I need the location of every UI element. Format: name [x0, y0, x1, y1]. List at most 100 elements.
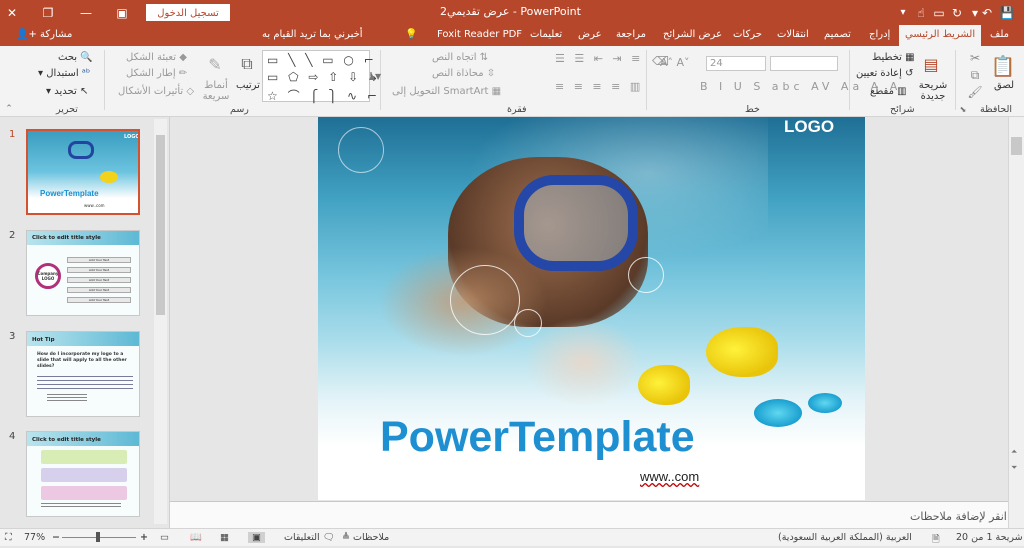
smartart-icon: ▦	[491, 86, 502, 97]
font-name-combo[interactable]	[770, 56, 838, 71]
shapes-scroll-icon[interactable]: ▲▼	[369, 50, 381, 102]
slide-thumbnail-3[interactable]: Hot Tip How do I incorporate my logo to …	[26, 331, 140, 417]
tab-design[interactable]: تصميم	[824, 29, 851, 40]
zoom-in-button[interactable]: +	[140, 532, 148, 543]
thumbnail-scroll-thumb[interactable]	[156, 135, 165, 315]
tab-animations[interactable]: حركات	[733, 29, 762, 40]
zoom-out-button[interactable]: −	[52, 532, 60, 543]
tell-me-input[interactable]: أخبرني بما تريد القيام به	[262, 29, 363, 40]
copy-icon[interactable]: ⧉	[968, 68, 982, 82]
new-slide-label[interactable]: شريحة جديدة	[918, 80, 948, 102]
next-slide-icon[interactable]: ⏷	[1011, 463, 1017, 473]
text-direction-button[interactable]: اتجاه النص ⇅	[432, 52, 488, 63]
align-text-button[interactable]: محاذاة النص ⇳	[432, 68, 495, 79]
quick-styles-icon[interactable]: ✎	[204, 52, 226, 76]
slide-editing-area[interactable]: LOGO PowerTemplate www..com	[170, 117, 1008, 501]
tab-file[interactable]: ملف	[990, 29, 1009, 40]
paste-icon[interactable]: 📋	[990, 52, 1016, 80]
reading-view-button[interactable]: 📖	[190, 532, 202, 543]
signin-button[interactable]: تسجيل الدخول	[146, 4, 230, 21]
select-button[interactable]: ▾ تحديد ↖	[46, 86, 88, 97]
notes-toggle[interactable]: ≜ ملاحظات	[342, 532, 389, 543]
slideshow-button[interactable]: ▭	[160, 532, 169, 543]
comments-toggle[interactable]: التعليقات 🗨	[284, 532, 335, 543]
smartart-button[interactable]: التحويل إلى SmartArt ▦	[392, 86, 501, 97]
save-icon[interactable]: 💾	[996, 0, 1018, 25]
collapse-ribbon-icon[interactable]: ⌃	[4, 104, 14, 114]
shape-effects-button[interactable]: تأثيرات الأشكال ◇	[118, 86, 194, 97]
restore-window-button[interactable]: ❐	[36, 0, 60, 25]
tab-home[interactable]: الشريط الرئيسي	[899, 25, 982, 46]
cut-icon[interactable]: ✂	[968, 51, 982, 65]
zoom-slider-thumb[interactable]	[96, 532, 100, 542]
pen-icon: ✏	[178, 68, 188, 79]
find-button[interactable]: بحث 🔍	[58, 52, 93, 63]
quick-styles-label[interactable]: أنماط سريعة	[200, 80, 232, 102]
slide-title[interactable]: PowerTemplate	[380, 413, 695, 462]
touch-mode-icon[interactable]: ☝	[912, 0, 930, 25]
customize-qat-icon[interactable]: ▾	[894, 0, 912, 25]
clear-format-icon[interactable]: ⌫	[652, 54, 669, 68]
shape-fill-button[interactable]: تعبئة الشكل ◆	[126, 52, 187, 63]
shapes-gallery[interactable]: ▭ ╲ ╲ ▭ ○ ⌐ ▭ ⬠ ⇨ ⇧ ⇩ ↳ ☆ ⌒ ⎧ ⎫ ∿ ⌐	[262, 50, 378, 103]
thumbnail-item: Add Your Text	[67, 287, 131, 293]
notes-placeholder[interactable]: انقر لإضافة ملاحظات	[910, 510, 1007, 523]
font-size-combo[interactable]: 24	[706, 56, 766, 71]
reset-button[interactable]: إعادة تعيين ↺	[856, 68, 914, 79]
new-slide-icon[interactable]: ▤	[921, 52, 941, 76]
ribbon-display-options-icon[interactable]: ▣	[110, 0, 134, 25]
share-button[interactable]: 👤+ مشاركة	[16, 29, 72, 40]
slide-thumbnail-2[interactable]: Click to edit title style Company LOGO A…	[26, 230, 140, 316]
fit-to-window-icon[interactable]: ⛶	[5, 532, 12, 543]
format-painter-icon[interactable]: 🖌	[967, 85, 982, 99]
smartart-label: التحويل إلى SmartArt	[392, 86, 489, 97]
minimize-window-button[interactable]: —	[74, 0, 98, 25]
group-clipboard-label: الحافظة	[980, 104, 1012, 115]
slide-thumbnail-1[interactable]: LOGO PowerTemplate www..com	[26, 129, 140, 215]
shape-outline-button[interactable]: إطار الشكل ✏	[126, 68, 187, 79]
font-format-icons[interactable]: B I U S abc AV Aa A A	[700, 80, 901, 93]
tab-foxit[interactable]: Foxit Reader PDF	[437, 29, 522, 40]
redo-icon[interactable]: ↻	[948, 0, 966, 25]
notes-pane[interactable]: انقر لإضافة ملاحظات	[170, 501, 1008, 528]
slide-sorter-button[interactable]: ▦	[220, 532, 229, 543]
tab-help[interactable]: تعليمات	[530, 29, 562, 40]
replace-button[interactable]: ▾ استبدال ᵃᵇ	[38, 68, 90, 79]
slide-logo[interactable]: LOGO	[784, 117, 834, 137]
align-text-label: محاذاة النص	[432, 68, 484, 79]
clipboard-launcher-icon[interactable]: ⬊	[958, 104, 968, 114]
slide-thumbnail-4[interactable]: Click to edit title style	[26, 431, 140, 517]
align-icons[interactable]: ≡ ≡ ≡ ≡ ▥	[555, 80, 643, 93]
tab-slideshow[interactable]: عرض الشرائح	[663, 29, 722, 40]
layout-icon: ▦	[905, 52, 915, 63]
layout-button[interactable]: تخطيط ▦	[872, 52, 915, 63]
thumbnail-scrollbar[interactable]	[154, 119, 167, 524]
thumbnail-text-lines	[37, 376, 133, 390]
group-font-label: خط	[745, 104, 760, 115]
slide-canvas[interactable]: LOGO PowerTemplate www..com	[318, 117, 865, 500]
tab-review[interactable]: مراجعة	[616, 29, 646, 40]
present-icon[interactable]: ▭	[930, 0, 948, 25]
shapes-row-2[interactable]: ▭ ⬠ ⇨ ⇧ ⇩ ↳	[267, 70, 381, 84]
arrange-icon[interactable]: ⧉	[236, 52, 258, 76]
tab-view[interactable]: عرض	[578, 29, 602, 40]
slide-url[interactable]: www..com	[640, 469, 699, 484]
slide-scrollbar[interactable]: ⏶ ⏷	[1008, 117, 1024, 528]
normal-view-button[interactable]: ▣	[248, 532, 265, 543]
arrange-label[interactable]: ترتيب	[236, 80, 260, 91]
shapes-row-3[interactable]: ☆ ⌒ ⎧ ⎫ ∿ ⌐	[267, 87, 380, 104]
zoom-level[interactable]: 77%	[24, 532, 45, 543]
slide-thumbnail-panel[interactable]: 1 LOGO PowerTemplate www..com 2 Click to…	[0, 117, 170, 528]
paste-button-label[interactable]: لصق	[994, 80, 1014, 91]
list-icons[interactable]: ☰ ☰ ⇤ ⇥ ≡	[555, 52, 643, 65]
shape-effects-label: تأثيرات الأشكال	[118, 86, 184, 97]
close-window-button[interactable]: ✕	[0, 0, 24, 25]
prev-slide-icon[interactable]: ⏶	[1011, 447, 1017, 457]
slide-scroll-thumb[interactable]	[1011, 137, 1022, 155]
tab-insert[interactable]: إدراج	[869, 29, 890, 40]
tab-transitions[interactable]: انتقالات	[777, 29, 809, 40]
language-indicator[interactable]: العربية (المملكة العربية السعودية)	[778, 532, 912, 543]
bubble-shape	[450, 265, 520, 335]
undo-icon[interactable]: ↶	[978, 0, 996, 25]
shapes-row-1[interactable]: ▭ ╲ ╲ ▭ ○ ⌐	[267, 53, 377, 67]
